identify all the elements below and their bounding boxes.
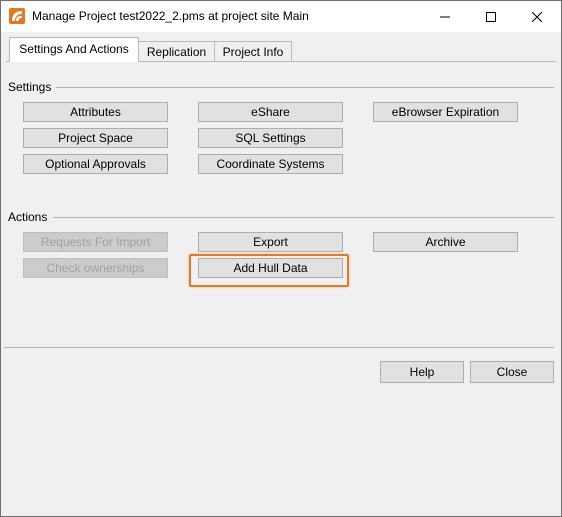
export-button[interactable]: Export (198, 232, 343, 252)
close-button[interactable]: Close (470, 361, 554, 383)
settings-heading: Settings (8, 80, 52, 94)
close-icon (532, 11, 542, 22)
tab-settings-and-actions[interactable]: Settings And Actions (9, 37, 139, 62)
window-title: Manage Project test2022_2.pms at project… (32, 9, 309, 23)
settings-rule (56, 87, 554, 88)
attributes-button[interactable]: Attributes (23, 102, 168, 122)
tab-project-info[interactable]: Project Info (214, 41, 292, 61)
sql-settings-button[interactable]: SQL Settings (198, 128, 343, 148)
optional-approvals-button[interactable]: Optional Approvals (23, 154, 168, 174)
check-ownerships-button: Check ownerships (23, 258, 168, 278)
maximize-button[interactable] (468, 1, 514, 32)
minimize-button[interactable] (422, 1, 468, 32)
add-hull-data-highlight (189, 254, 349, 287)
ebrowser-expiration-button[interactable]: eBrowser Expiration (373, 102, 518, 122)
title-bar[interactable]: Manage Project test2022_2.pms at project… (1, 1, 561, 32)
maximize-icon (486, 11, 496, 22)
actions-rule (53, 217, 554, 218)
eshare-button[interactable]: eShare (198, 102, 343, 122)
requests-for-import-button: Requests For Import (23, 232, 168, 252)
minimize-icon (440, 16, 450, 17)
archive-button[interactable]: Archive (373, 232, 518, 252)
app-logo-icon (9, 8, 25, 24)
actions-heading: Actions (8, 210, 48, 224)
tab-replication[interactable]: Replication (138, 41, 215, 61)
close-window-button[interactable] (514, 1, 560, 32)
coordinate-systems-button[interactable]: Coordinate Systems (198, 154, 343, 174)
footer-separator (4, 347, 554, 348)
help-button[interactable]: Help (380, 361, 464, 383)
project-space-button[interactable]: Project Space (23, 128, 168, 148)
manage-project-dialog: Manage Project test2022_2.pms at project… (0, 0, 562, 517)
